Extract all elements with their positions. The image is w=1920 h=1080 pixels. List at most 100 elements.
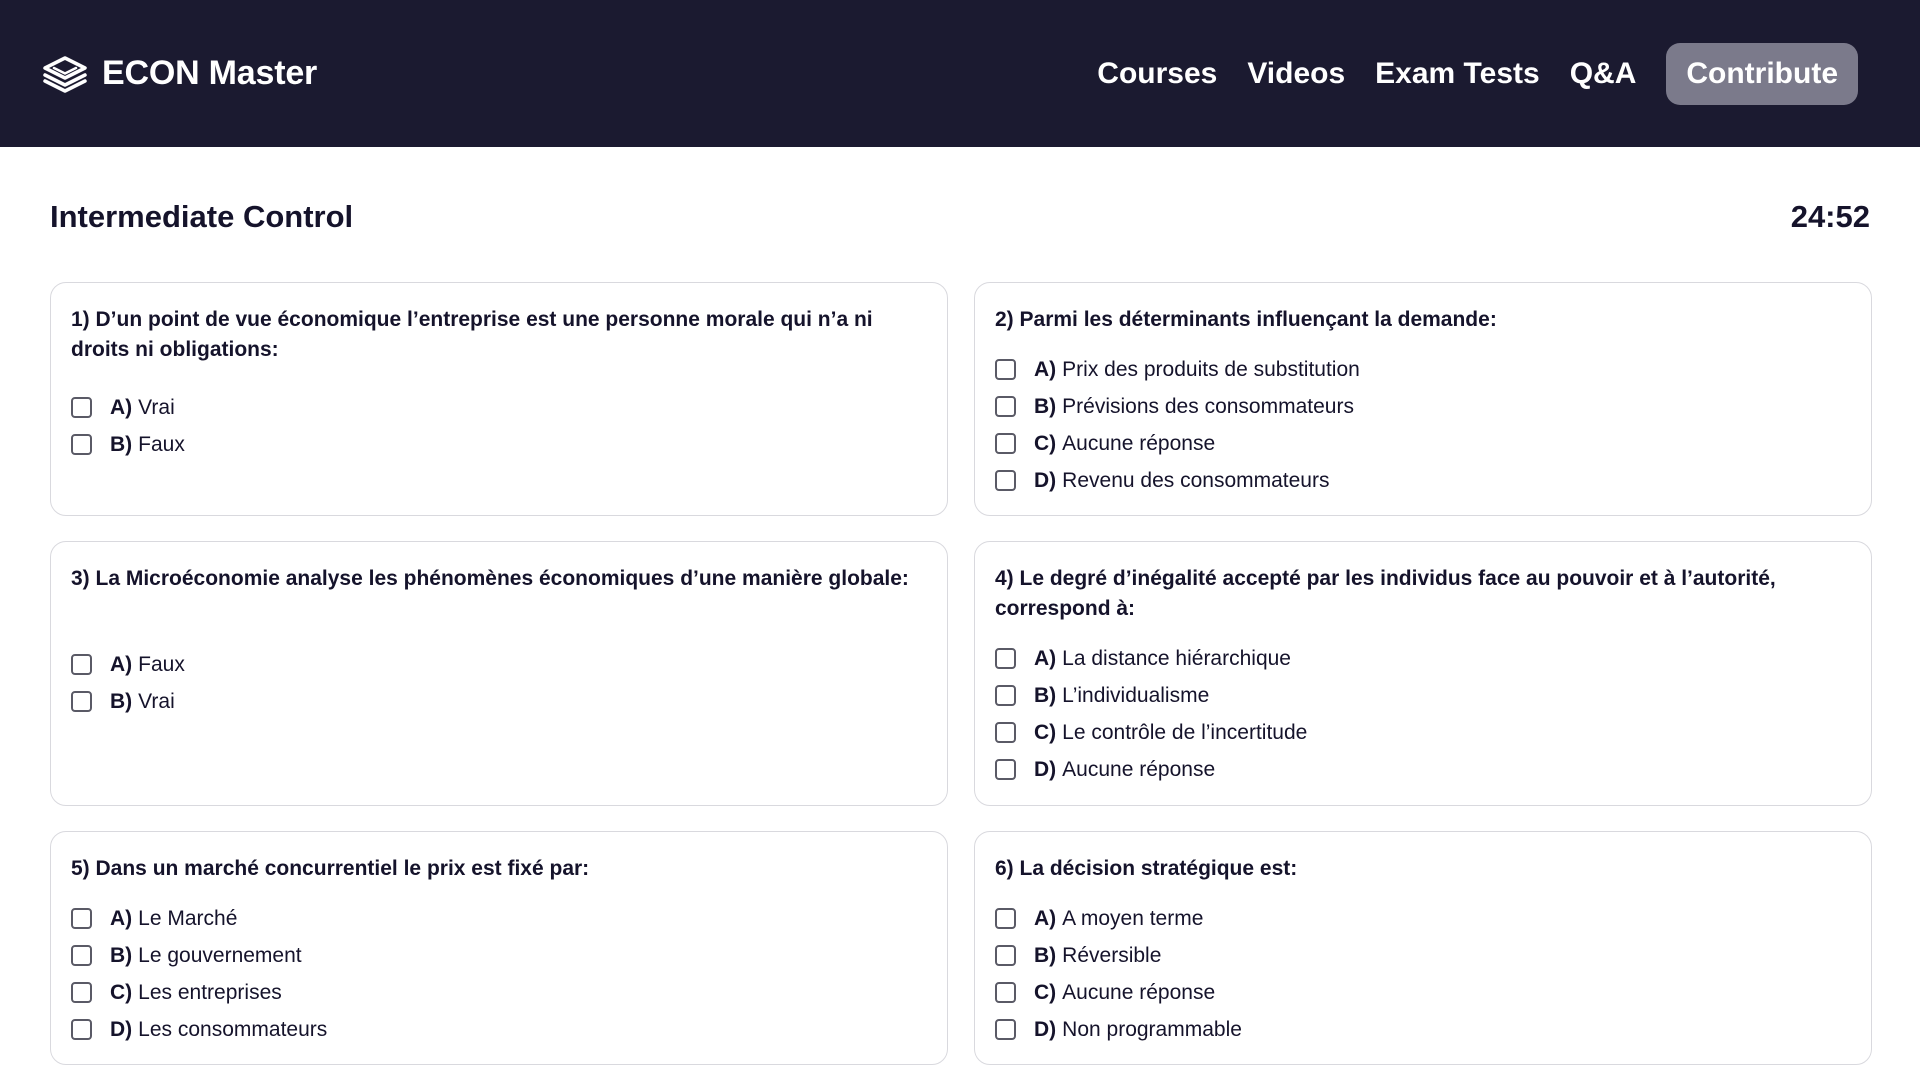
option-text: Aucune réponse — [1062, 980, 1216, 1004]
option-letter: D) — [1034, 1017, 1057, 1041]
option-letter: B) — [1034, 394, 1057, 418]
option-c[interactable]: C) Les entreprises — [71, 974, 927, 1011]
question-card-4: 4) Le degré d’inégalité accepté par les … — [974, 541, 1872, 806]
checkbox[interactable] — [995, 359, 1016, 380]
nav-link-exam-tests[interactable]: Exam Tests — [1375, 57, 1540, 91]
option-a[interactable]: A) A moyen terme — [995, 900, 1851, 937]
option-b[interactable]: B) Faux — [71, 426, 927, 463]
option-b[interactable]: B) Le gouvernement — [71, 937, 927, 974]
option-text: Les consommateurs — [138, 1017, 328, 1041]
quiz-header: Intermediate Control 24:52 — [0, 197, 1920, 237]
option-letter: B) — [110, 689, 133, 713]
option-a[interactable]: A) Vrai — [71, 389, 927, 426]
option-list: A) A moyen terme B) Réversible C) Aucune… — [995, 900, 1851, 1048]
option-a[interactable]: A) Prix des produits de substitution — [995, 351, 1851, 388]
option-list: A) La distance hiérarchique B) L’individ… — [995, 640, 1851, 788]
checkbox[interactable] — [71, 982, 92, 1003]
question-card-2: 2) Parmi les déterminants influençant la… — [974, 282, 1872, 516]
option-text: Prévisions des consommateurs — [1062, 394, 1354, 418]
brand-name: ECON Master — [102, 54, 318, 92]
option-letter: D) — [1034, 757, 1057, 781]
option-c[interactable]: C) Aucune réponse — [995, 425, 1851, 462]
option-d[interactable]: D) Non programmable — [995, 1011, 1851, 1048]
checkbox[interactable] — [995, 722, 1016, 743]
option-b[interactable]: B) Prévisions des consommateurs — [995, 388, 1851, 425]
checkbox[interactable] — [995, 470, 1016, 491]
option-text: Réversible — [1062, 943, 1162, 967]
nav-link-courses[interactable]: Courses — [1097, 57, 1217, 91]
option-text: Le contrôle de l’incertitude — [1062, 720, 1308, 744]
option-letter: B) — [110, 432, 133, 456]
option-list: A) Faux B) Vrai — [71, 646, 927, 720]
checkbox[interactable] — [71, 397, 92, 418]
option-text: Aucune réponse — [1062, 757, 1216, 781]
option-text: Le gouvernement — [138, 943, 302, 967]
checkbox[interactable] — [71, 1019, 92, 1040]
option-d[interactable]: D) Les consommateurs — [71, 1011, 927, 1048]
option-text: Aucune réponse — [1062, 431, 1216, 455]
checkbox[interactable] — [71, 434, 92, 455]
question-card-5: 5) Dans un marché concurrentiel le prix … — [50, 831, 948, 1065]
contribute-button[interactable]: Contribute — [1666, 42, 1858, 105]
checkbox[interactable] — [995, 648, 1016, 669]
option-letter: A) — [110, 652, 133, 676]
checkbox[interactable] — [995, 982, 1016, 1003]
nav-link-videos[interactable]: Videos — [1247, 57, 1345, 91]
option-text: Vrai — [138, 395, 175, 419]
option-text: L’individualisme — [1062, 683, 1210, 707]
option-letter: A) — [1034, 906, 1057, 930]
option-list: A) Prix des produits de substitution B) … — [995, 351, 1851, 499]
option-c[interactable]: C) Aucune réponse — [995, 974, 1851, 1011]
option-c[interactable]: C) Le contrôle de l’incertitude — [995, 714, 1851, 751]
checkbox[interactable] — [995, 396, 1016, 417]
option-a[interactable]: A) Le Marché — [71, 900, 927, 937]
checkbox[interactable] — [995, 1019, 1016, 1040]
option-text: Prix des produits de substitution — [1062, 357, 1360, 381]
checkbox[interactable] — [995, 433, 1016, 454]
option-text: A moyen terme — [1062, 906, 1204, 930]
option-letter: A) — [110, 906, 133, 930]
option-list: A) Vrai B) Faux — [71, 389, 927, 463]
checkbox[interactable] — [71, 654, 92, 675]
question-text: 1) D’un point de vue économique l’entrep… — [71, 308, 873, 361]
option-text: Faux — [138, 652, 185, 676]
checkbox[interactable] — [71, 691, 92, 712]
top-navbar: ECON Master Courses Videos Exam Tests Q&… — [0, 0, 1920, 147]
option-a[interactable]: A) La distance hiérarchique — [995, 640, 1851, 677]
question-text: 4) Le degré d’inégalité accepté par les … — [995, 567, 1776, 620]
question-text: 6) La décision stratégique est: — [995, 857, 1298, 880]
layers-icon — [43, 55, 87, 93]
option-letter: B) — [1034, 683, 1057, 707]
option-b[interactable]: B) L’individualisme — [995, 677, 1851, 714]
option-d[interactable]: D) Aucune réponse — [995, 751, 1851, 788]
option-letter: A) — [1034, 357, 1057, 381]
option-letter: C) — [1034, 720, 1057, 744]
option-text: Non programmable — [1062, 1017, 1242, 1041]
question-text: 3) La Microéconomie analyse les phénomèn… — [71, 567, 909, 590]
checkbox[interactable] — [71, 908, 92, 929]
option-letter: A) — [110, 395, 133, 419]
question-text: 2) Parmi les déterminants influençant la… — [995, 308, 1497, 331]
option-text: Revenu des consommateurs — [1062, 468, 1330, 492]
option-b[interactable]: B) Réversible — [995, 937, 1851, 974]
main-nav: Courses Videos Exam Tests Q&A Contribute — [1097, 42, 1858, 105]
question-card-1: 1) D’un point de vue économique l’entrep… — [50, 282, 948, 516]
checkbox[interactable] — [995, 945, 1016, 966]
option-text: Les entreprises — [138, 980, 282, 1004]
option-list: A) Le Marché B) Le gouvernement C) Les e… — [71, 900, 927, 1048]
option-b[interactable]: B) Vrai — [71, 683, 927, 720]
checkbox[interactable] — [995, 685, 1016, 706]
checkbox[interactable] — [71, 945, 92, 966]
option-letter: D) — [110, 1017, 133, 1041]
brand[interactable]: ECON Master — [40, 54, 317, 94]
option-a[interactable]: A) Faux — [71, 646, 927, 683]
question-card-6: 6) La décision stratégique est: A) A moy… — [974, 831, 1872, 1065]
nav-link-qa[interactable]: Q&A — [1570, 57, 1637, 91]
option-letter: D) — [1034, 468, 1057, 492]
option-letter: B) — [110, 943, 133, 967]
option-text: La distance hiérarchique — [1062, 646, 1291, 670]
checkbox[interactable] — [995, 759, 1016, 780]
checkbox[interactable] — [995, 908, 1016, 929]
option-letter: C) — [110, 980, 133, 1004]
option-d[interactable]: D) Revenu des consommateurs — [995, 462, 1851, 499]
